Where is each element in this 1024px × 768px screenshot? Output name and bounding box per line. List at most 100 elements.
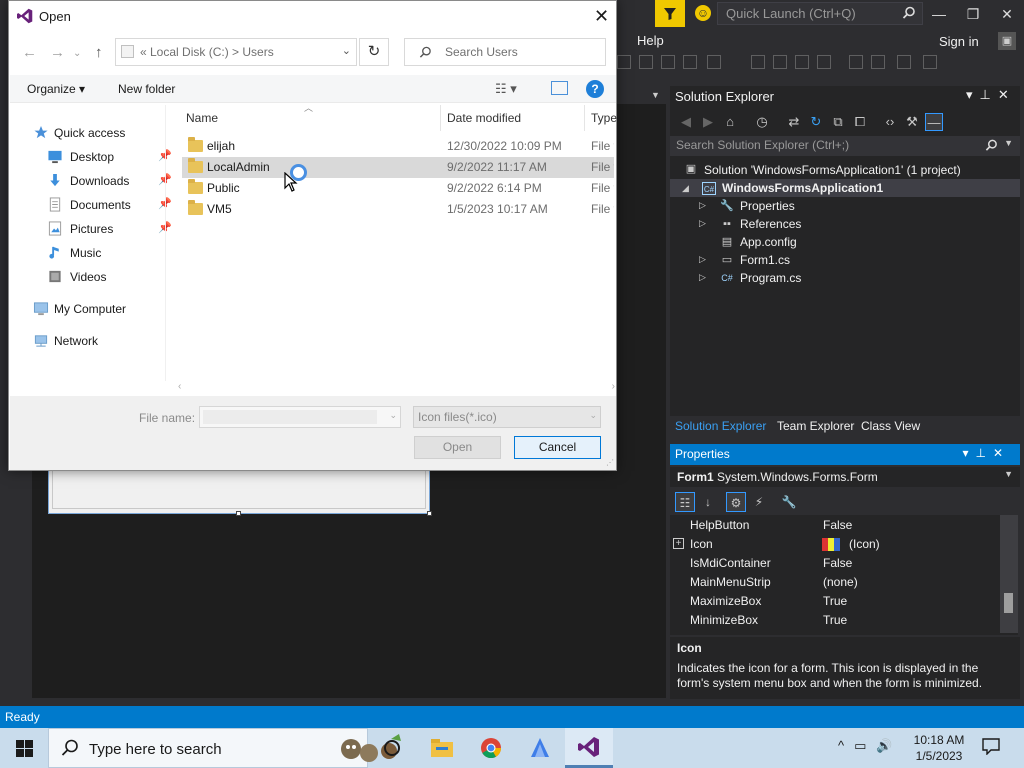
dialog-close-button[interactable]: ✕ — [594, 6, 609, 27]
tree-item-app-config[interactable]: App.config — [740, 235, 797, 249]
address-bar[interactable]: « Local Disk (C:) > Users ⌄ — [115, 38, 357, 66]
scroll-right-icon[interactable]: › — [612, 381, 615, 392]
events-icon[interactable]: ⚡ — [749, 492, 769, 512]
pane-divider[interactable] — [165, 105, 166, 381]
property-row[interactable]: MainMenuStrip (none) — [670, 573, 1000, 592]
preview-selected-icon[interactable]: — — [925, 113, 943, 131]
organize-button[interactable]: Organize ▾ — [27, 82, 85, 96]
expanded-arrow-icon[interactable]: ◢ — [682, 183, 689, 194]
system-tray-icons[interactable]: ^▭🔊 — [838, 738, 903, 754]
quick-launch-input[interactable]: Quick Launch (Ctrl+Q) — [717, 2, 923, 25]
filter-icon[interactable] — [655, 0, 685, 27]
property-value[interactable]: False — [823, 556, 852, 570]
property-value[interactable]: (none) — [823, 575, 858, 589]
home-icon[interactable]: ⌂ — [721, 113, 739, 131]
align-icon[interactable] — [661, 55, 675, 69]
size-icon[interactable] — [795, 55, 809, 69]
expand-plus-icon[interactable]: + — [673, 538, 684, 549]
sync-icon[interactable]: ⇄ — [785, 113, 803, 131]
menu-help[interactable]: Help — [637, 33, 664, 48]
forward-icon[interactable]: ▶ — [699, 113, 717, 131]
restore-button[interactable]: ❐ — [963, 4, 983, 24]
collapse-all-icon[interactable]: ⧉ — [829, 113, 847, 131]
property-row[interactable]: MaximizeBox True — [670, 592, 1000, 611]
property-row[interactable]: HelpButton False — [670, 516, 1000, 535]
dialog-search-input[interactable]: Search Users — [404, 38, 606, 66]
forward-arrow-icon[interactable]: → — [50, 44, 65, 61]
alphabetical-icon[interactable]: ↓ — [698, 492, 718, 512]
tab-solution-explorer[interactable]: Solution Explorer — [675, 419, 766, 433]
align-icon[interactable] — [617, 55, 631, 69]
preview-pane-icon[interactable] — [551, 81, 568, 95]
taskbar-app[interactable] — [516, 728, 564, 768]
chevron-down-icon[interactable]: ⌄ — [389, 410, 397, 421]
cancel-button[interactable]: Cancel — [514, 436, 601, 459]
tree-item-program[interactable]: Program.cs — [740, 271, 801, 285]
close-button[interactable]: ✕ — [997, 4, 1017, 24]
align-icon[interactable] — [683, 55, 697, 69]
back-icon[interactable]: ◀ — [677, 113, 695, 131]
up-arrow-icon[interactable]: ↑ — [95, 44, 103, 61]
tree-item-references[interactable]: References — [740, 217, 801, 231]
collapsed-arrow-icon[interactable]: ▷ — [699, 254, 706, 265]
show-all-files-icon[interactable]: ⧠ — [851, 113, 869, 131]
minimize-button[interactable]: — — [929, 4, 949, 24]
account-icon[interactable]: ▣ — [998, 32, 1016, 50]
tree-item-properties[interactable]: Properties — [740, 199, 795, 213]
taskbar-file-explorer[interactable] — [418, 728, 466, 768]
property-row[interactable]: IsMdiContainer False — [670, 554, 1000, 573]
taskbar-chrome[interactable] — [467, 728, 515, 768]
file-row[interactable]: VM5 1/5/2023 10:17 AM File folder — [182, 199, 614, 220]
scrollbar-thumb[interactable] — [1004, 593, 1013, 613]
collapsed-arrow-icon[interactable]: ▷ — [699, 200, 706, 211]
tree-item-form1[interactable]: Form1.cs — [740, 253, 790, 267]
feedback-smiley-icon[interactable]: ☺ — [695, 5, 711, 21]
panel-controls[interactable]: ▾⊥✕ — [962, 446, 1010, 460]
recent-dropdown-icon[interactable]: ⌄ — [73, 48, 81, 59]
properties-icon[interactable]: ⚙ — [726, 492, 746, 512]
column-separator[interactable] — [584, 105, 585, 131]
tree-solution[interactable]: Solution 'WindowsFormsApplication1' (1 p… — [704, 163, 961, 177]
resize-handle[interactable] — [427, 511, 432, 516]
horizontal-scrollbar[interactable]: ‹ › — [174, 381, 617, 395]
scroll-left-icon[interactable]: ‹ — [178, 381, 181, 392]
change-view-icon[interactable]: ☷ ▾ — [495, 81, 517, 97]
tab-team-explorer[interactable]: Team Explorer — [777, 419, 854, 433]
notification-icon[interactable] — [982, 737, 1000, 755]
back-arrow-icon[interactable]: ← — [22, 44, 37, 61]
size-icon[interactable] — [817, 55, 831, 69]
code-view-icon[interactable]: ‹› — [881, 113, 899, 131]
property-value[interactable]: (Icon) — [849, 537, 880, 551]
categorized-icon[interactable]: ☷ — [675, 492, 695, 512]
chevron-down-icon[interactable]: ⌄ — [589, 410, 597, 421]
history-icon[interactable]: ◷ — [753, 113, 771, 131]
taskbar-search-box[interactable]: Type here to search — [48, 728, 401, 768]
property-row[interactable]: + Icon (Icon) — [670, 535, 1000, 554]
taskbar-visual-studio[interactable] — [565, 728, 613, 768]
help-icon[interactable]: ? — [586, 80, 604, 98]
properties-scrollbar[interactable] — [1000, 515, 1018, 633]
task-view-button[interactable] — [368, 728, 416, 768]
order-icon[interactable] — [923, 55, 937, 69]
solution-search-input[interactable]: Search Solution Explorer (Ctrl+;) ▼ — [670, 136, 1020, 156]
open-button[interactable]: Open — [414, 436, 501, 459]
chevron-down-icon[interactable]: ▼ — [1004, 138, 1013, 148]
chevron-down-icon[interactable]: ▼ — [1004, 469, 1013, 479]
column-type[interactable]: Type — [591, 111, 617, 125]
file-row[interactable]: elijah 12/30/2022 10:09 PM File folder — [182, 136, 614, 157]
property-value[interactable]: False — [823, 518, 852, 532]
order-icon[interactable] — [897, 55, 911, 69]
sign-in-link[interactable]: Sign in — [939, 34, 979, 49]
align-icon[interactable] — [707, 55, 721, 69]
file-row-selected[interactable]: LocalAdmin 9/2/2022 11:17 AM File folder — [182, 157, 614, 178]
column-separator[interactable] — [440, 105, 441, 131]
property-value[interactable]: True — [823, 594, 847, 608]
collapsed-arrow-icon[interactable]: ▷ — [699, 272, 706, 283]
property-pages-icon[interactable]: 🔧 — [779, 492, 799, 512]
properties-object-selector[interactable]: Form1 System.Windows.Forms.Form ▼ — [670, 467, 1020, 487]
file-row[interactable]: Public 9/2/2022 6:14 PM File folder — [182, 178, 614, 199]
size-icon[interactable] — [751, 55, 765, 69]
property-row[interactable]: MinimizeBox True — [670, 611, 1000, 630]
spacing-icon[interactable] — [871, 55, 885, 69]
file-type-select[interactable]: Icon files(*.ico) ⌄ — [413, 406, 601, 428]
